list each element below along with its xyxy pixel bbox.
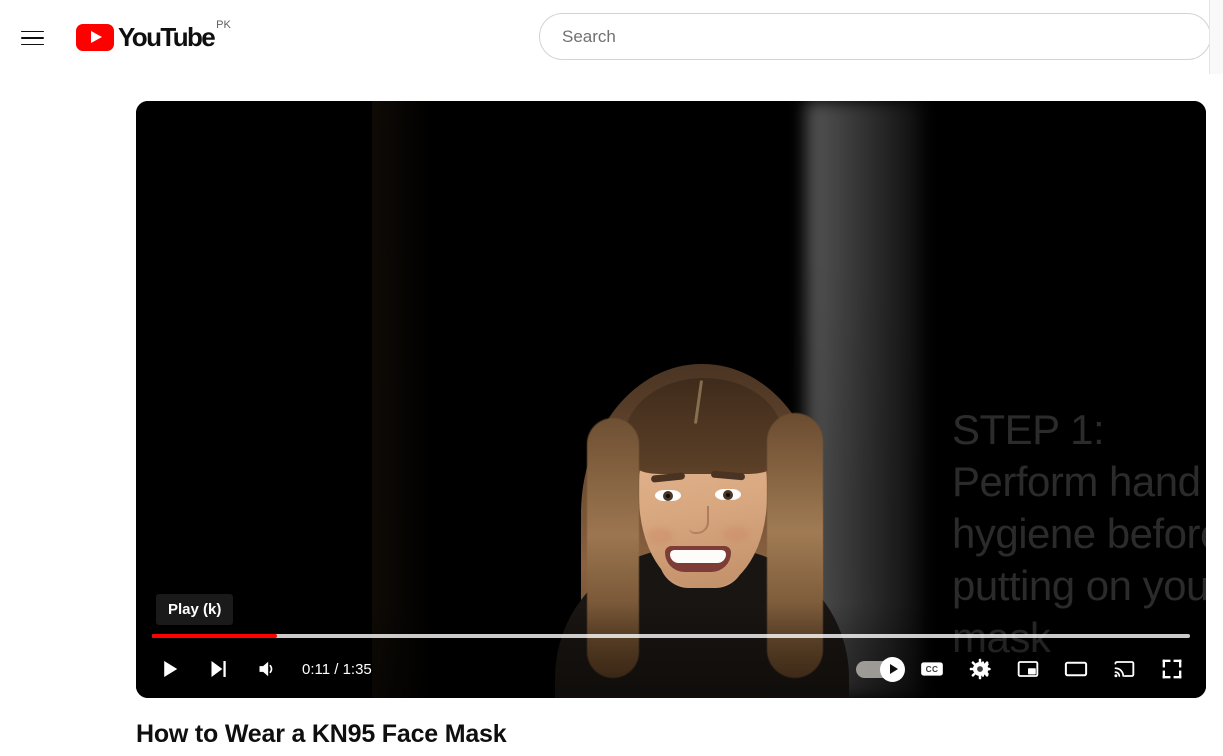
pupil	[666, 494, 670, 498]
player-control-bar: 0:11 / 1:35 CC	[136, 640, 1206, 698]
theater-mode-button[interactable]	[1052, 645, 1100, 693]
video-picture: STEP 1: Perform hand hygiene before putt…	[372, 101, 1206, 698]
subtitles-cc-button[interactable]: CC	[908, 645, 956, 693]
video-stage: STEP 1: Perform hand hygiene before putt…	[136, 101, 1206, 698]
time-display: 0:11 / 1:35	[302, 660, 372, 678]
logo-inner: YouTube	[76, 19, 216, 55]
teeth	[670, 550, 726, 563]
cast-icon[interactable]	[1100, 645, 1148, 693]
next-video-button[interactable]	[194, 645, 242, 693]
controls-left: 0:11 / 1:35	[146, 645, 378, 693]
eye-right	[715, 489, 741, 500]
video-title: How to Wear a KN95 Face Mask	[136, 720, 507, 748]
svg-text:CC: CC	[926, 664, 939, 674]
controls-right: CC	[850, 645, 1196, 693]
search-area	[539, 13, 1211, 61]
eye-left	[655, 490, 681, 501]
pupil	[726, 493, 730, 497]
hair-strand-left	[587, 418, 639, 678]
play-button[interactable]	[146, 645, 194, 693]
autoplay-play-glyph	[890, 664, 898, 674]
hamburger-bar	[20, 30, 44, 33]
search-box[interactable]	[539, 13, 1211, 60]
autoplay-toggle[interactable]	[850, 645, 908, 693]
autoplay-track	[856, 656, 905, 682]
hamburger-bar	[20, 43, 44, 46]
youtube-watch-page: YouTube PK Search STEP 1: Perform hand h…	[0, 0, 1223, 756]
play-tooltip: Play (k)	[156, 594, 234, 625]
cheek-left	[647, 528, 673, 544]
logo-wordmark: YouTube	[118, 21, 216, 52]
nose	[689, 506, 709, 534]
play-triangle	[91, 31, 102, 43]
progress-bar[interactable]	[152, 634, 1190, 638]
video-player[interactable]: STEP 1: Perform hand hygiene before putt…	[136, 101, 1206, 698]
autoplay-knob	[880, 656, 905, 682]
header-right-strip	[1210, 0, 1223, 74]
fullscreen-button[interactable]	[1148, 645, 1196, 693]
youtube-play-icon	[76, 23, 114, 51]
progress-played	[152, 634, 277, 638]
hamburger-bar	[20, 37, 44, 39]
progress-loaded	[152, 634, 1190, 638]
cheek-right	[723, 526, 749, 542]
mouth	[665, 546, 731, 572]
volume-button[interactable]	[242, 645, 290, 693]
guide-menu-icon[interactable]	[14, 20, 50, 56]
youtube-logo[interactable]: YouTube PK	[76, 19, 231, 55]
masthead: YouTube PK	[0, 0, 1223, 74]
miniplayer-button[interactable]	[1004, 645, 1052, 693]
search-input[interactable]	[560, 25, 1190, 48]
settings-gear-icon[interactable]	[956, 645, 1004, 693]
hair-strand-right	[767, 413, 823, 678]
logo-country-code: PK	[216, 19, 231, 31]
